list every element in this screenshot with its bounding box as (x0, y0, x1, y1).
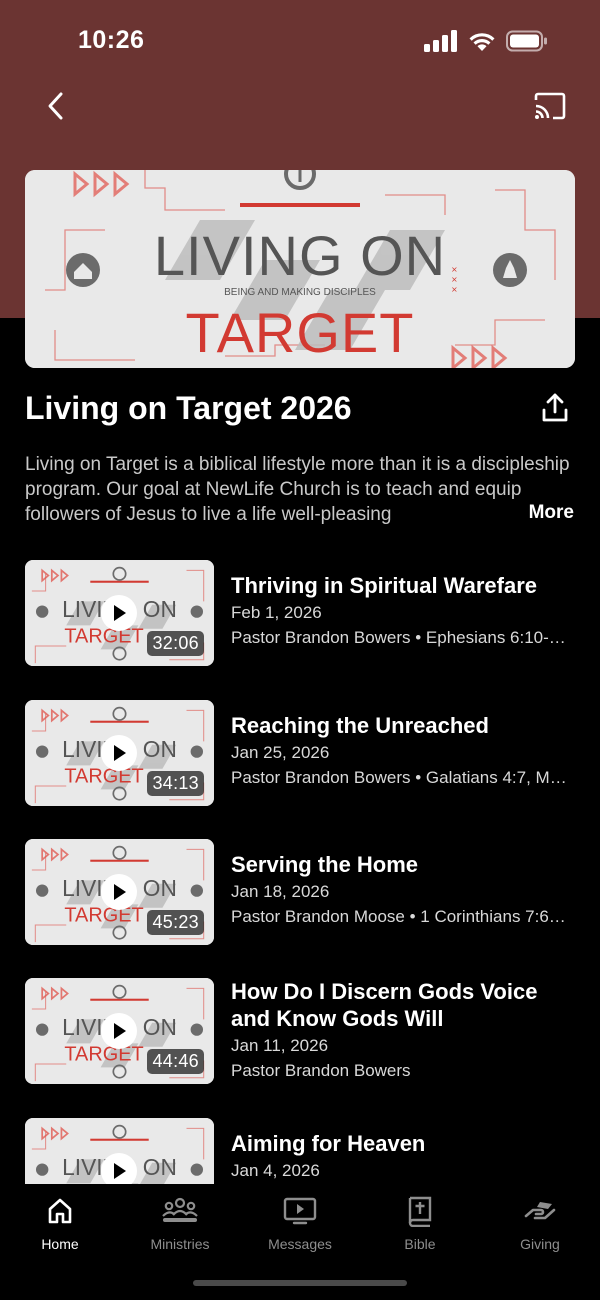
play-icon (101, 735, 137, 771)
series-artwork: × × × LIVING ON BEING AND MAKING DISCIPLES… (25, 170, 575, 368)
status-bar: 10:26 (0, 0, 600, 84)
episode-list: LIVING ON TARGET 32:06 Thriving in Spirit… (0, 560, 600, 1184)
home-icon (42, 1194, 78, 1228)
tab-bible[interactable]: Bible (360, 1194, 480, 1258)
episode-date: Feb 1, 2026 (231, 603, 322, 622)
episode-meta: Pastor Brandon Moose • 1 Corinthians 7:6… (231, 907, 566, 926)
people-icon (162, 1194, 198, 1228)
episode-thumbnail: LIVING ON TARGET 44:46 (25, 978, 214, 1084)
episode-info: Aiming for Heaven Jan 4, 2026 (231, 1130, 575, 1182)
episode-item[interactable]: LIVING ON TARGET 32:06 Thriving in Spirit… (25, 560, 575, 666)
tab-home[interactable]: Home (0, 1194, 120, 1258)
play-icon (101, 595, 137, 631)
artwork-title-line2: TARGET (186, 301, 415, 364)
status-icons (424, 30, 548, 52)
episode-title: Thriving in Spiritual Warefare (231, 573, 538, 598)
tab-label: Home (41, 1236, 79, 1252)
back-button[interactable] (34, 84, 78, 128)
episode-duration: 44:46 (147, 1049, 204, 1074)
play-icon (101, 1013, 137, 1049)
episode-duration: 34:13 (147, 771, 204, 796)
episode-meta: Pastor Brandon Bowers (231, 1061, 411, 1080)
series-description: Living on Target is a biblical lifestyle… (25, 452, 575, 532)
episode-duration: 45:23 (147, 910, 204, 935)
battery-icon (506, 30, 547, 52)
episode-info: Serving the Home Jan 18, 2026 Pastor Bra… (231, 851, 575, 928)
tab-label: Bible (404, 1236, 436, 1252)
episode-item[interactable]: LIVING ONTARGET Aiming for Heaven Jan 4,… (25, 1118, 575, 1184)
episode-item[interactable]: LIVING ON TARGET 45:23 Serving the Home J… (25, 839, 575, 945)
tab-label: Messages (268, 1236, 332, 1252)
thumbnail-title-line2: TARGET (64, 766, 143, 788)
thumbnail-title-line2: TARGET (64, 905, 143, 927)
tab-messages[interactable]: Messages (240, 1194, 360, 1258)
episode-thumbnail: LIVING ON TARGET 32:06 (25, 560, 214, 666)
chevron-left-icon (48, 92, 63, 120)
svg-text:×: × (451, 275, 458, 284)
status-time: 10:26 (78, 26, 145, 54)
episode-date: Jan 11, 2026 (231, 1036, 329, 1055)
cast-button[interactable] (526, 84, 574, 128)
episode-info: Reaching the Unreached Jan 25, 2026 Past… (231, 712, 575, 789)
artwork-tagline: BEING AND MAKING DISCIPLES (224, 287, 376, 298)
episode-duration: 32:06 (147, 631, 204, 656)
episode-date: Jan 25, 2026 (231, 743, 330, 762)
share-button[interactable] (535, 386, 575, 430)
episode-thumbnail: LIVING ONTARGET (25, 1118, 214, 1184)
more-button[interactable]: More (522, 502, 574, 524)
episode-title: How Do I Discern Gods Voice and Know God… (231, 979, 538, 1031)
tab-giving[interactable]: Giving (480, 1194, 600, 1258)
tv-play-icon (282, 1194, 318, 1228)
series-artwork-graphic: ××× LIVING ON BEING AND MAKING DISCIPLES… (25, 170, 575, 368)
giving-hand-icon (522, 1194, 558, 1228)
cast-icon (534, 92, 566, 120)
svg-text:×: × (451, 265, 458, 274)
tab-label: Giving (520, 1236, 560, 1252)
svg-text:×: × (451, 285, 458, 294)
episode-item[interactable]: LIVING ON TARGET 44:46 How Do I Discern G… (25, 978, 575, 1084)
tab-label: Ministries (150, 1236, 210, 1252)
home-indicator (193, 1280, 407, 1286)
episode-item[interactable]: LIVING ON TARGET 34:13 Reaching the Unrea… (25, 700, 575, 806)
share-icon (542, 393, 568, 422)
tab-ministries[interactable]: Ministries (120, 1194, 240, 1258)
thumbnail-title-line2: TARGET (64, 626, 143, 648)
series-title-row: Living on Target 2026 (25, 386, 575, 432)
bible-icon (402, 1194, 438, 1228)
episode-date: Jan 4, 2026 (231, 1161, 320, 1180)
play-icon (101, 1153, 137, 1184)
thumbnail-title-line2: TARGET (64, 1044, 143, 1066)
episode-title: Serving the Home (231, 852, 419, 877)
episode-title: Reaching the Unreached (231, 713, 489, 738)
episode-thumbnail: LIVING ON TARGET 45:23 (25, 839, 214, 945)
episode-date: Jan 18, 2026 (231, 882, 330, 901)
wifi-icon (469, 33, 495, 51)
play-icon (101, 874, 137, 910)
episode-info: Thriving in Spiritual Warefare Feb 1, 20… (231, 572, 575, 649)
episode-thumbnail: LIVING ON TARGET 34:13 (25, 700, 214, 806)
episode-meta: Pastor Brandon Bowers • Ephesians 6:10-… (231, 628, 566, 647)
episode-title: Aiming for Heaven (231, 1131, 426, 1156)
episode-info: How Do I Discern Gods Voice and Know God… (231, 978, 575, 1082)
cellular-signal-icon (424, 30, 457, 52)
episode-meta: Pastor Brandon Bowers • Galatians 4:7, M… (231, 768, 567, 787)
series-title: Living on Target 2026 (25, 390, 352, 426)
artwork-title-line1: LIVING ON (154, 224, 446, 287)
